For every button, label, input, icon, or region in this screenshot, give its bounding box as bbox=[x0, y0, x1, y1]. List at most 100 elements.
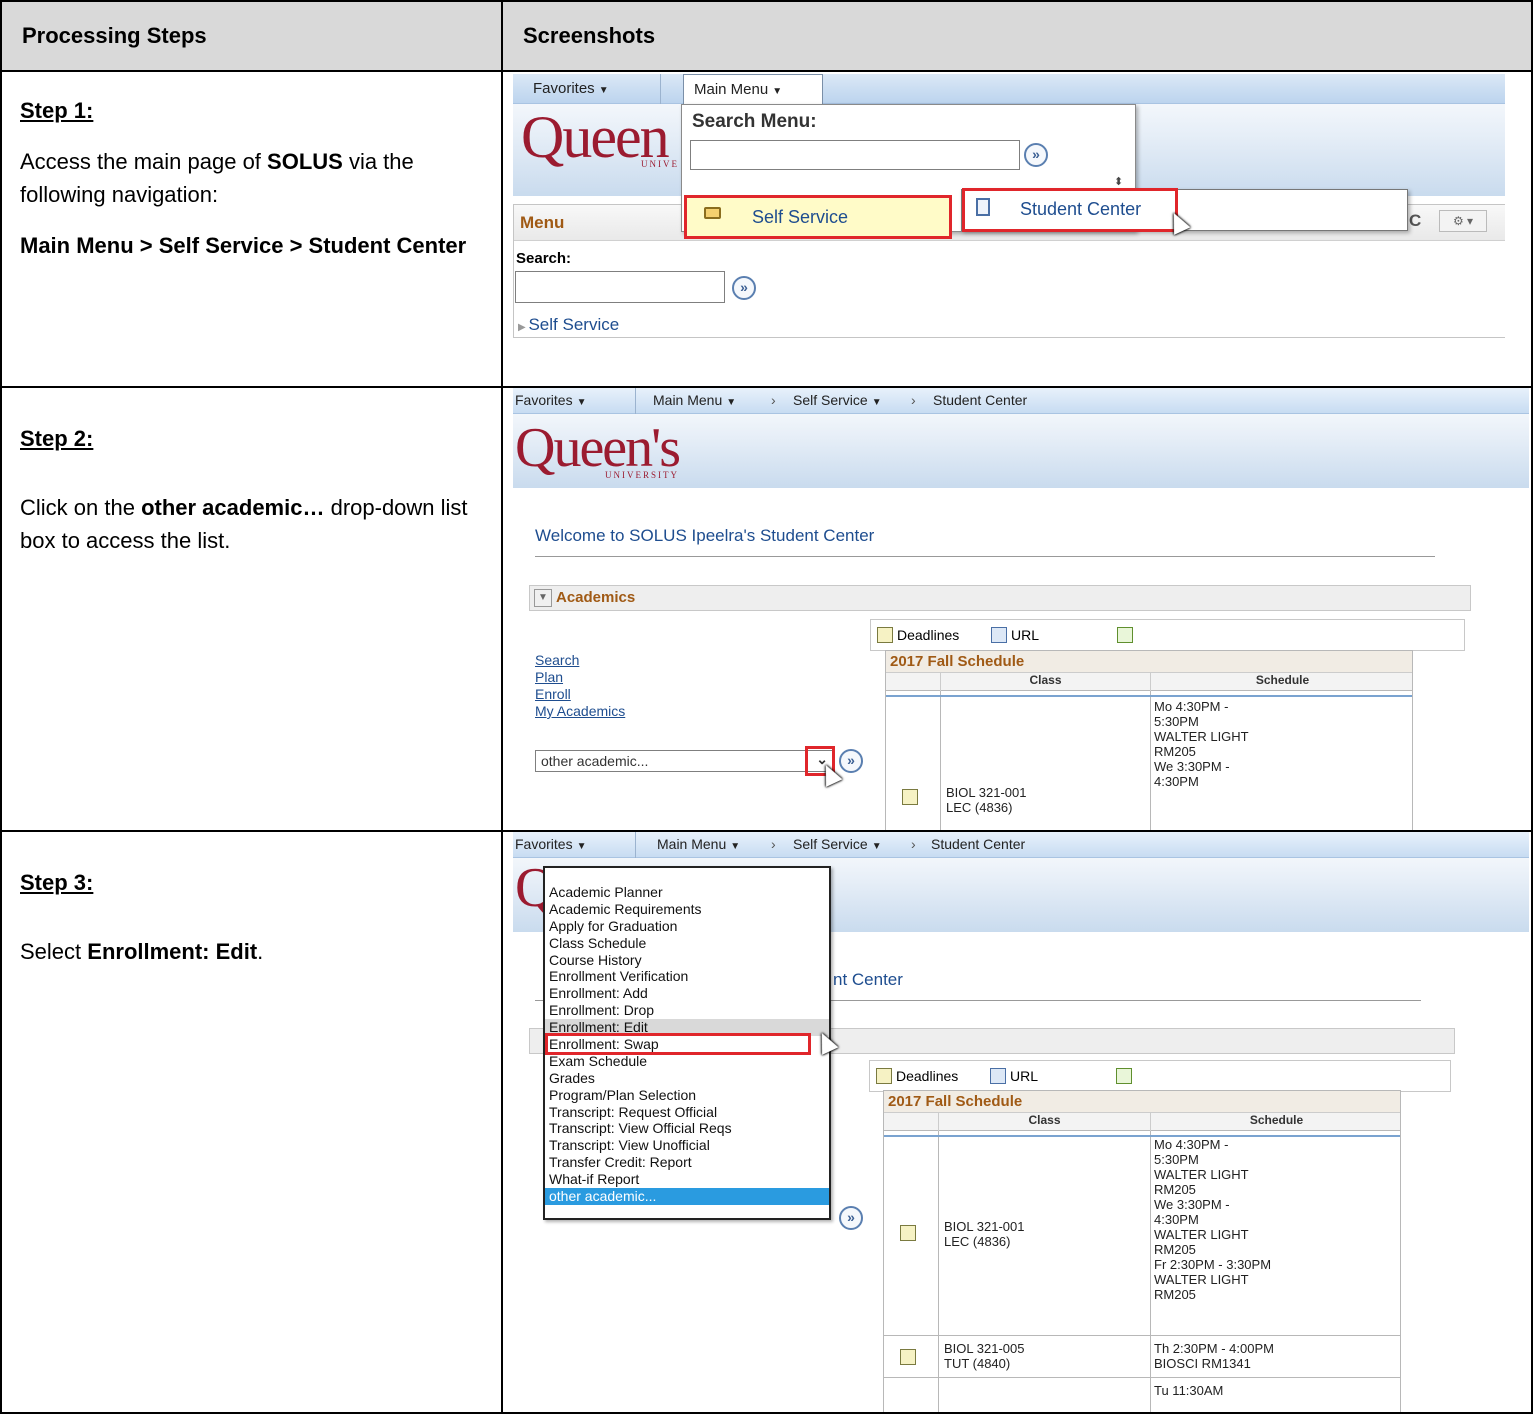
listbox-option[interactable]: other academic... bbox=[545, 1188, 829, 1205]
nav-bar: Favorites ▼ Main Menu ▼ › Self Service ▼ › … bbox=[513, 833, 1529, 858]
url-icon bbox=[991, 627, 1007, 643]
listbox-option[interactable]: Academic Planner bbox=[545, 884, 829, 901]
listbox-option[interactable]: Enrollment Verification bbox=[545, 968, 829, 985]
main-menu[interactable]: Main Menu ▼ bbox=[653, 392, 736, 408]
student-center-crumb: Student Center bbox=[931, 836, 1026, 852]
header-processing-steps: Processing Steps bbox=[0, 0, 503, 72]
step-3-cell: Step 3: Select Enrollment: Edit. bbox=[0, 830, 503, 1414]
row1-class: BIOL 321-001 LEC (4836) bbox=[946, 785, 1027, 815]
listbox-option[interactable]: Class Schedule bbox=[545, 935, 829, 952]
header-screenshots: Screenshots bbox=[501, 0, 1533, 72]
class-info-icon[interactable] bbox=[900, 1225, 916, 1241]
favorites-menu[interactable]: Favorites ▼ bbox=[533, 80, 609, 97]
plan-link[interactable]: Plan bbox=[535, 669, 625, 686]
student-center-highlight bbox=[962, 188, 1178, 232]
search-menu-input[interactable] bbox=[690, 140, 1020, 170]
step-1-title: Step 1: bbox=[20, 98, 94, 123]
menu-search-input[interactable] bbox=[515, 271, 725, 303]
search-label: Search: bbox=[516, 250, 572, 267]
checklist-icon bbox=[1116, 1068, 1132, 1084]
listbox-option[interactable]: Grades bbox=[545, 1070, 829, 1087]
schedule-header: Class Schedule bbox=[886, 673, 1412, 691]
gear-icon[interactable]: ⚙ ▾ bbox=[1439, 210, 1487, 232]
deadlines-link[interactable]: Deadlines bbox=[876, 1065, 958, 1084]
other-academic-select[interactable]: other academic... ⌄ bbox=[535, 750, 833, 772]
self-service-link[interactable]: ▶ Self Service bbox=[518, 315, 619, 335]
class-info-icon[interactable] bbox=[902, 789, 918, 805]
listbox-option[interactable]: What-if Report bbox=[545, 1171, 829, 1188]
step-2-row: Step 2: Click on the other academic… dro… bbox=[0, 386, 1533, 832]
search-menu-label: Search Menu: bbox=[692, 111, 817, 132]
procedure-table: Processing Steps Screenshots Step 1: Acc… bbox=[0, 0, 1533, 1414]
step-3-screenshot: Favorites ▼ Main Menu ▼ › Self Service ▼ › … bbox=[501, 830, 1533, 1414]
schedule-title: 2017 Fall Schedule bbox=[884, 1091, 1400, 1113]
row2-class: BIOL 321-005 TUT (4840) bbox=[944, 1341, 1025, 1371]
academics-links: Search Plan Enroll My Academics bbox=[535, 652, 625, 720]
schedule-title: 2017 Fall Schedule bbox=[886, 651, 1412, 673]
listbox-option[interactable]: Transcript: Request Official bbox=[545, 1104, 829, 1121]
scroll-arrows-icon[interactable]: ⬍ bbox=[1114, 175, 1123, 188]
my-academics-link[interactable]: My Academics bbox=[535, 703, 625, 720]
schedule-header: Class Schedule bbox=[884, 1113, 1400, 1131]
listbox-option[interactable]: Exam Schedule bbox=[545, 1053, 829, 1070]
academics-toolbar: Deadlines URL bbox=[869, 1060, 1451, 1092]
step-3-row: Step 3: Select Enrollment: Edit. Favorit… bbox=[0, 830, 1533, 1414]
welcome-title-partial: nt Center bbox=[833, 970, 903, 989]
listbox-option[interactable]: Transcript: View Official Reqs bbox=[545, 1120, 829, 1137]
enroll-link[interactable]: Enroll bbox=[535, 686, 625, 703]
welcome-title: Welcome to SOLUS Ipeelra's Student Cente… bbox=[535, 526, 875, 545]
go-icon[interactable]: » bbox=[839, 1206, 863, 1230]
step-2-cell: Step 2: Click on the other academic… dro… bbox=[0, 386, 503, 832]
step-3-text: Select Enrollment: Edit. bbox=[20, 939, 264, 964]
queens-logo: Queen's UNIVERSITY bbox=[515, 417, 681, 480]
row3-schedule-partial: Tu 11:30AM bbox=[1154, 1383, 1224, 1398]
checklist-link[interactable] bbox=[1117, 624, 1137, 643]
checklist-link[interactable] bbox=[1116, 1065, 1136, 1084]
step-1-path: Main Menu > Self Service > Student Cente… bbox=[20, 233, 467, 258]
step-1-cell: Step 1: Access the main page of SOLUS vi… bbox=[0, 70, 503, 388]
fall-schedule-table: 2017 Fall Schedule Class Schedule BIOL 3… bbox=[885, 650, 1413, 829]
listbox-option[interactable]: Transcript: View Unofficial bbox=[545, 1137, 829, 1154]
deadlines-link[interactable]: Deadlines bbox=[877, 624, 959, 643]
step-1-screenshot: Favorites ▼ Main Menu ▼ Queen UNIVE Menu C… bbox=[501, 70, 1533, 388]
listbox-option[interactable]: Academic Requirements bbox=[545, 901, 829, 918]
url-link[interactable]: URL bbox=[991, 624, 1039, 643]
listbox-option[interactable]: Transfer Credit: Report bbox=[545, 1154, 829, 1171]
main-menu[interactable]: Main Menu ▼ bbox=[657, 836, 740, 852]
row2-schedule: Th 2:30PM - 4:00PM BIOSCI RM1341 bbox=[1154, 1341, 1274, 1371]
self-service-highlight bbox=[684, 195, 952, 239]
step-3-title: Step 3: bbox=[20, 870, 94, 895]
queens-logo: Queen UNIVE bbox=[521, 104, 679, 170]
deadlines-icon bbox=[877, 627, 893, 643]
deadlines-icon bbox=[876, 1068, 892, 1084]
listbox-option[interactable]: Program/Plan Selection bbox=[545, 1087, 829, 1104]
listbox-option[interactable]: Course History bbox=[545, 952, 829, 969]
favorites-menu[interactable]: Favorites ▼ bbox=[515, 836, 586, 852]
class-info-icon-2[interactable] bbox=[900, 1349, 916, 1365]
fall-schedule-table: 2017 Fall Schedule Class Schedule BIOL 3… bbox=[883, 1090, 1401, 1411]
row1-class: BIOL 321-001 LEC (4836) bbox=[944, 1219, 1025, 1249]
self-service-crumb[interactable]: Self Service ▼ bbox=[793, 836, 882, 852]
self-service-crumb[interactable]: Self Service ▼ bbox=[793, 392, 882, 408]
url-link[interactable]: URL bbox=[990, 1065, 1038, 1084]
collapse-icon[interactable]: ▼ bbox=[534, 589, 552, 607]
listbox-option[interactable]: Apply for Graduation bbox=[545, 918, 829, 935]
go-icon[interactable]: » bbox=[839, 749, 863, 773]
row1-schedule: Mo 4:30PM - 5:30PM WALTER LIGHT RM205 We… bbox=[1154, 699, 1249, 789]
academics-toolbar: Deadlines URL bbox=[870, 619, 1465, 651]
academics-title: Academics bbox=[556, 589, 636, 606]
favorites-menu[interactable]: Favorites ▼ bbox=[515, 392, 586, 408]
table-header-row: Processing Steps Screenshots bbox=[0, 0, 1533, 72]
listbox-option[interactable]: Enrollment: Add bbox=[545, 985, 829, 1002]
step-1-text: Access the main page of SOLUS via the fo… bbox=[20, 149, 414, 207]
enrollment-edit-highlight bbox=[545, 1033, 811, 1055]
main-menu-tab[interactable]: Main Menu ▼ bbox=[683, 74, 823, 104]
search-menu-go-icon[interactable]: » bbox=[1024, 143, 1048, 167]
listbox-option[interactable]: Enrollment: Drop bbox=[545, 1002, 829, 1019]
menu-search-go-icon[interactable]: » bbox=[732, 276, 756, 300]
search-link[interactable]: Search bbox=[535, 652, 625, 669]
step-2-text: Click on the other academic… drop-down l… bbox=[20, 495, 468, 553]
checklist-icon bbox=[1117, 627, 1133, 643]
academics-bar: ▼ Academics bbox=[529, 585, 1471, 611]
refresh-icon[interactable]: C bbox=[1409, 211, 1421, 231]
